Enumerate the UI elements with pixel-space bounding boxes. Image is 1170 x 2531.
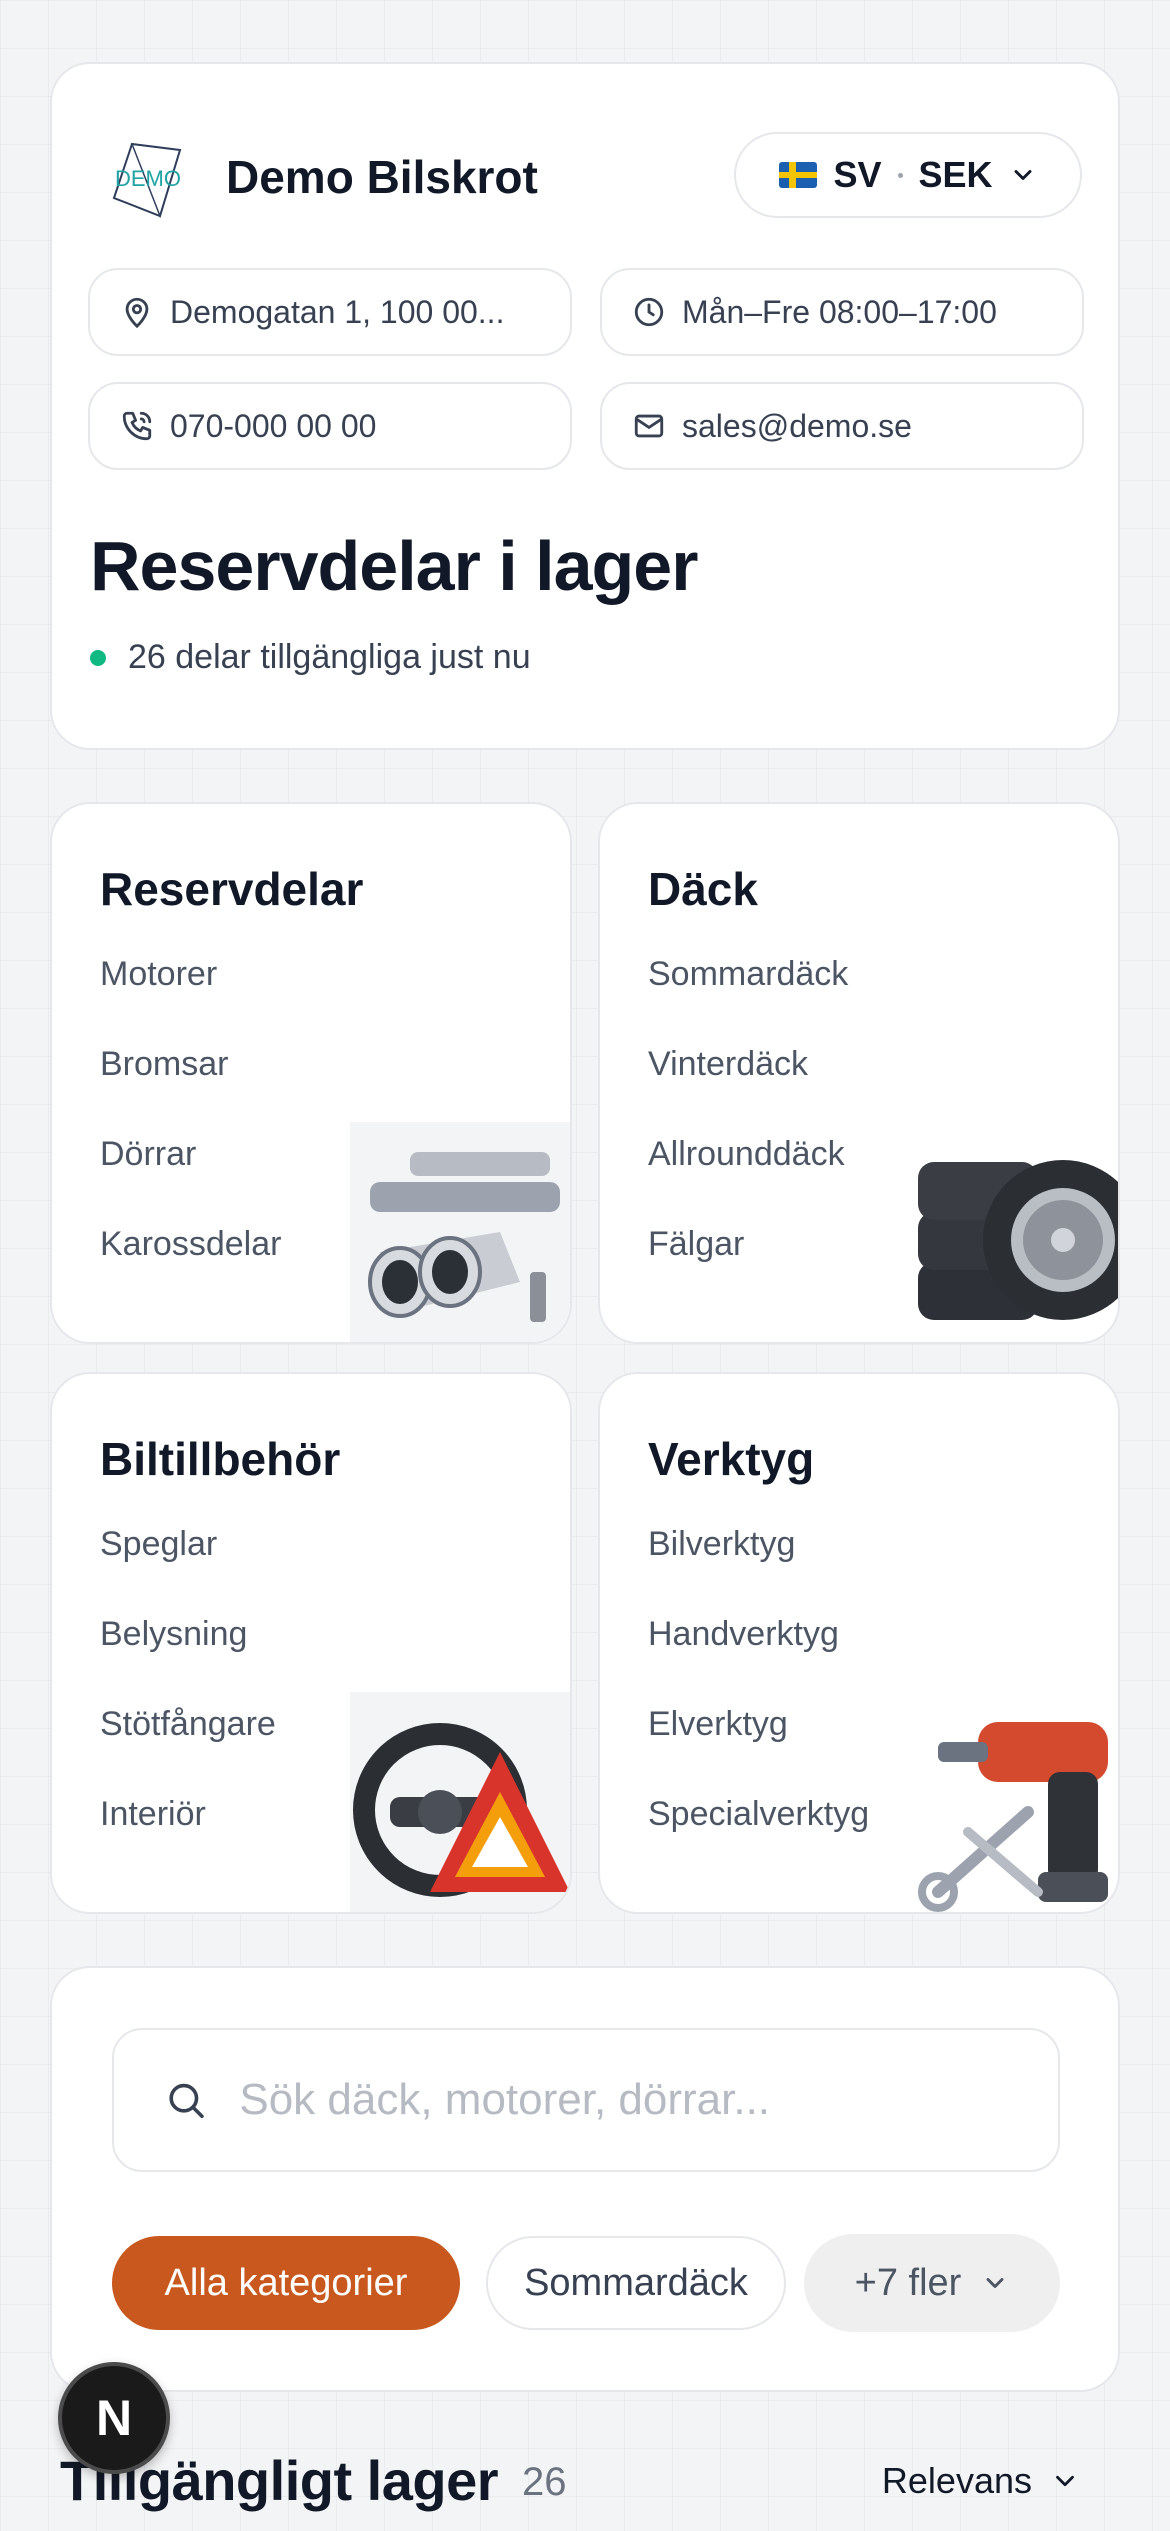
category-link-specialverktyg[interactable]: Specialverktyg — [648, 1794, 869, 1884]
category-link-vinterdack[interactable]: Vinterdäck — [648, 1044, 848, 1134]
search-input[interactable] — [239, 2075, 1008, 2125]
availability-text: 26 delar tillgängliga just nu — [128, 638, 531, 676]
exhaust-parts-icon — [350, 1122, 570, 1342]
search-box[interactable] — [112, 2028, 1060, 2172]
search-icon — [169, 2083, 204, 2119]
location-pin-icon — [125, 297, 149, 329]
filter-chip-all-categories[interactable]: Alla kategorier — [112, 2236, 460, 2330]
category-link-motorer[interactable]: Motorer — [100, 954, 281, 1044]
chevron-down-icon — [1014, 170, 1031, 180]
address-text: Demogatan 1, 100 00... — [170, 293, 505, 330]
category-link-dorrar[interactable]: Dörrar — [100, 1134, 281, 1224]
store-header-card: DEMO Demo Bilskrot SV SEK Demogatan 1, 1… — [50, 62, 1120, 750]
chevron-down-icon — [986, 2278, 1004, 2288]
store-name: Demo Bilskrot — [226, 151, 538, 203]
category-link-bromsar[interactable]: Bromsar — [100, 1044, 281, 1134]
page-title: Reservdelar i lager — [90, 527, 698, 605]
category-card-verktyg[interactable]: Verktyg Bilverktyg Handverktyg Elverktyg… — [598, 1372, 1120, 1914]
phone-pill[interactable]: 070-000 00 00 — [88, 382, 572, 470]
filter-chip-more[interactable]: +7 fler — [804, 2234, 1060, 2332]
language-code: SV — [833, 154, 882, 195]
category-title: Biltillbehör — [100, 1433, 341, 1485]
sort-label: Relevans — [881, 2460, 1032, 2501]
category-link-belysning[interactable]: Belysning — [100, 1614, 276, 1704]
sweden-flag-icon — [779, 162, 818, 188]
status-dot — [90, 649, 106, 666]
sort-dropdown[interactable]: Relevans — [882, 2460, 1080, 2502]
nextjs-dev-badge[interactable]: N — [58, 2362, 170, 2474]
steering-wheel-triangle-icon — [350, 1692, 570, 1912]
hours-text: Mån–Fre 08:00–17:00 — [682, 293, 997, 330]
mail-icon — [634, 414, 664, 438]
category-link-handverktyg[interactable]: Handverktyg — [648, 1614, 869, 1704]
address-pill[interactable]: Demogatan 1, 100 00... — [88, 268, 572, 356]
tires-icon — [918, 1160, 1118, 1320]
store-logo[interactable]: DEMO — [102, 134, 192, 224]
email-text: sales@demo.se — [682, 407, 912, 444]
category-link-stotfangare[interactable]: Stötfångare — [100, 1704, 276, 1794]
category-link-interior[interactable]: Interiör — [100, 1794, 276, 1884]
availability-status: 26 delar tillgängliga just nu — [90, 638, 531, 677]
phone-text: 070-000 00 00 — [170, 407, 377, 444]
email-pill[interactable]: sales@demo.se — [600, 382, 1084, 470]
inventory-count: 26 — [522, 2460, 567, 2504]
filter-chip-sommardack[interactable]: Sommardäck — [486, 2236, 786, 2330]
category-link-speglar[interactable]: Speglar — [100, 1524, 276, 1614]
category-link-elverktyg[interactable]: Elverktyg — [648, 1704, 869, 1794]
locale-selector[interactable]: SV SEK — [734, 132, 1082, 218]
category-link-karossdelar[interactable]: Karossdelar — [100, 1224, 281, 1314]
category-title: Reservdelar — [100, 863, 364, 915]
chevron-down-icon — [1056, 2475, 1074, 2487]
category-card-reservdelar[interactable]: Reservdelar Motorer Bromsar Dörrar Karos… — [50, 802, 572, 1344]
category-link-allrounddack[interactable]: Allrounddäck — [648, 1134, 848, 1224]
separator-dot — [897, 172, 903, 178]
drill-tools-icon — [918, 1722, 1108, 1912]
hours-pill: Mån–Fre 08:00–17:00 — [600, 268, 1084, 356]
category-card-dack[interactable]: Däck Sommardäck Vinterdäck Allrounddäck … — [598, 802, 1120, 1344]
currency-code: SEK — [918, 154, 993, 195]
category-link-falgar[interactable]: Fälgar — [648, 1224, 848, 1314]
more-filters-label: +7 fler — [854, 2261, 962, 2304]
search-card: Alla kategorier Sommardäck +7 fler — [50, 1966, 1120, 2392]
clock-icon — [634, 297, 664, 327]
phone-icon — [122, 411, 152, 441]
category-card-biltillbehor[interactable]: Biltillbehör Speglar Belysning Stötfånga… — [50, 1372, 572, 1914]
svg-text:DEMO: DEMO — [115, 166, 181, 191]
category-title: Däck — [648, 863, 758, 915]
category-link-bilverktyg[interactable]: Bilverktyg — [648, 1524, 869, 1614]
category-title: Verktyg — [648, 1433, 815, 1485]
category-link-sommardack[interactable]: Sommardäck — [648, 954, 848, 1044]
